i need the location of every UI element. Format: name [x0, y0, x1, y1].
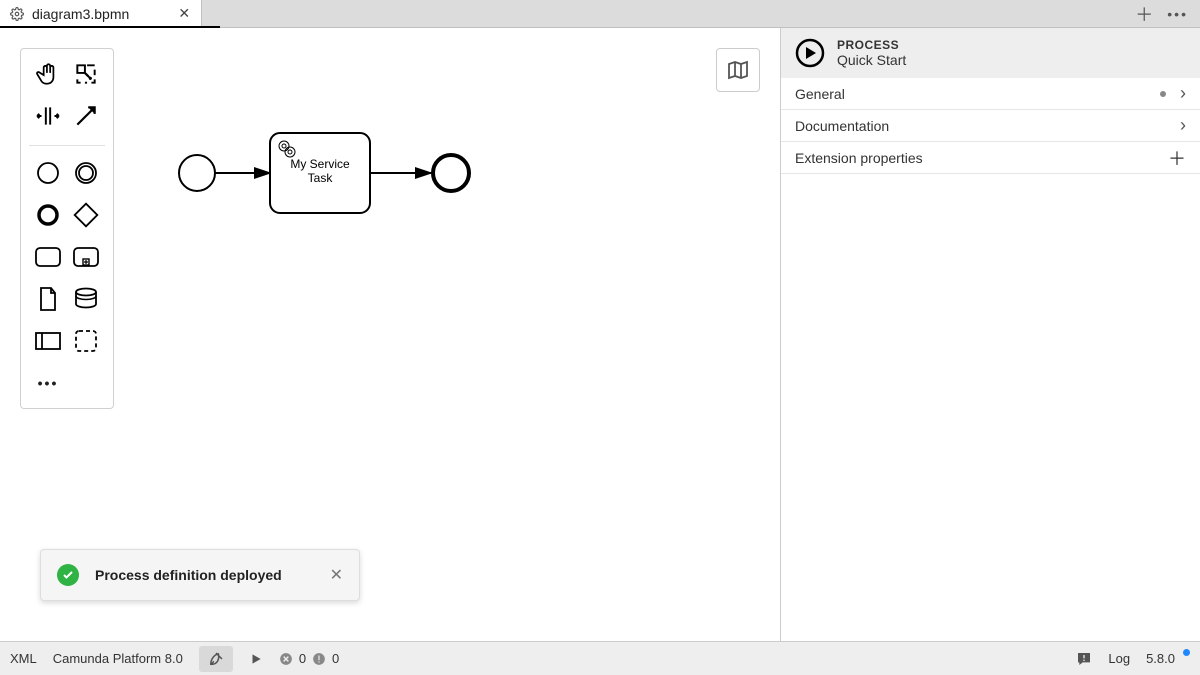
feedback-button[interactable]	[1076, 651, 1092, 667]
start-event[interactable]	[179, 155, 215, 191]
tab-bar: diagram3.bpmn ✕ ＋ •••	[0, 0, 1200, 28]
section-documentation[interactable]: Documentation	[781, 110, 1200, 142]
tab-title: diagram3.bpmn	[32, 6, 129, 22]
task-label-line1: My Service	[290, 157, 350, 171]
chevron-right-icon	[1180, 115, 1186, 136]
tab-diagram[interactable]: diagram3.bpmn ✕	[0, 0, 202, 27]
problems-indicator[interactable]: 0 0	[279, 651, 339, 666]
section-general[interactable]: General	[781, 78, 1200, 110]
run-button[interactable]	[249, 652, 263, 666]
close-icon[interactable]: ✕	[177, 7, 191, 21]
deploy-success-toast: Process definition deployed ✕	[40, 549, 360, 601]
properties-panel: PROCESS Quick Start General Documentatio…	[780, 28, 1200, 641]
element-name: Quick Start	[837, 52, 906, 68]
properties-header: PROCESS Quick Start	[781, 28, 1200, 78]
update-dot-icon	[1183, 649, 1190, 656]
check-icon	[57, 564, 79, 586]
gear-icon	[10, 7, 24, 21]
new-tab-button[interactable]: ＋	[1135, 1, 1153, 27]
section-extension-properties[interactable]: Extension properties ＋	[781, 142, 1200, 174]
element-type-label: PROCESS	[837, 38, 906, 52]
indicator-dot	[1160, 91, 1166, 97]
process-icon	[795, 38, 825, 68]
deploy-button[interactable]	[199, 646, 233, 672]
status-bar: XML Camunda Platform 8.0 0 0 Log 5.8.0	[0, 641, 1200, 675]
toast-message: Process definition deployed	[95, 567, 282, 583]
log-toggle[interactable]: Log	[1108, 651, 1130, 666]
platform-label[interactable]: Camunda Platform 8.0	[53, 651, 183, 666]
chevron-right-icon	[1180, 83, 1186, 104]
toast-close[interactable]: ✕	[330, 565, 343, 585]
task-label-line2: Task	[308, 171, 334, 185]
version-label[interactable]: 5.8.0	[1146, 651, 1190, 666]
canvas[interactable]: ••• My Service Tas	[0, 28, 780, 641]
xml-toggle[interactable]: XML	[10, 651, 37, 666]
more-icon[interactable]: •••	[1167, 6, 1188, 22]
end-event[interactable]	[433, 155, 469, 191]
plus-icon[interactable]: ＋	[1168, 145, 1186, 171]
